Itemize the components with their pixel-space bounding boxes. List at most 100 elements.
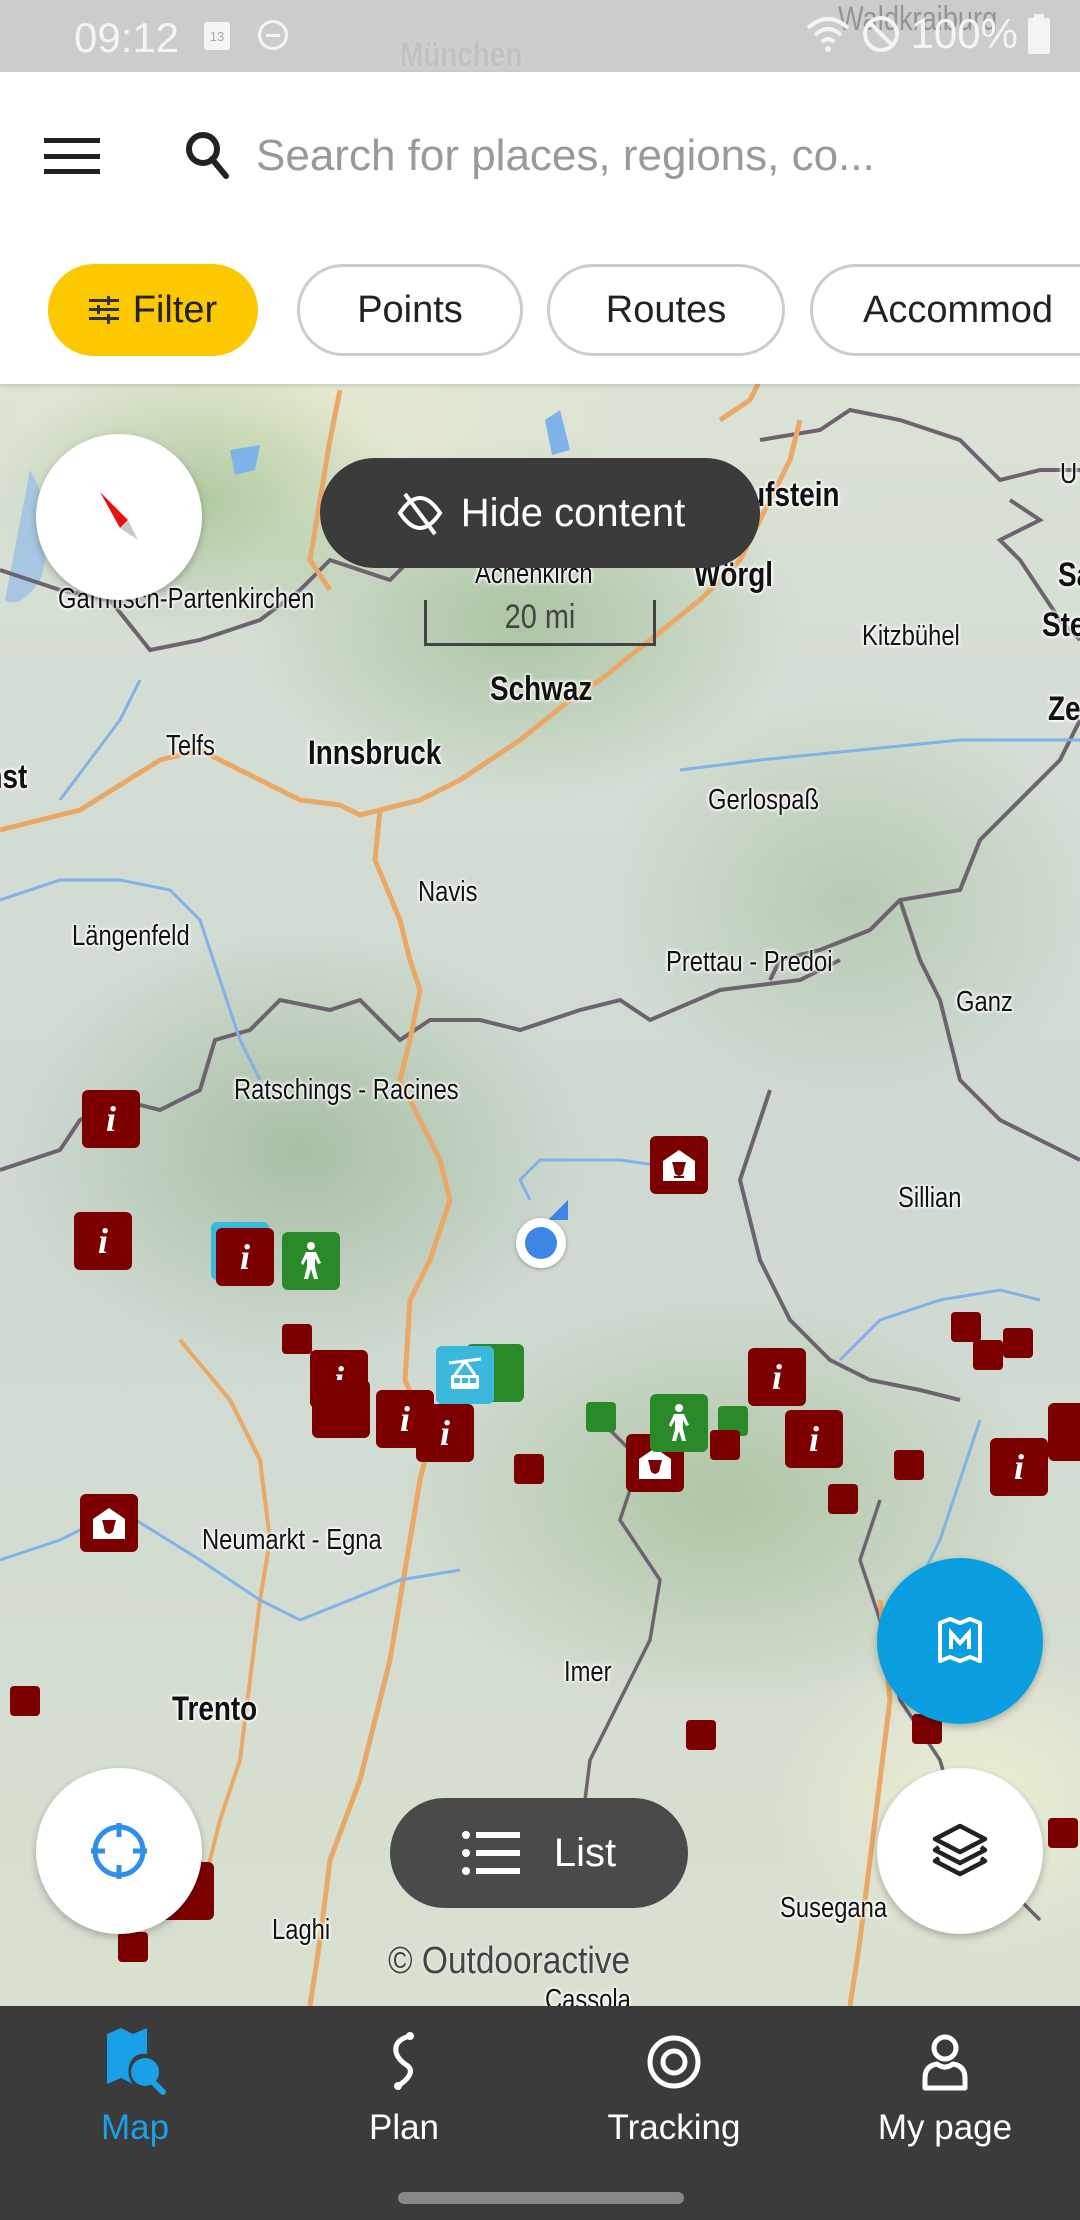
place-label: Telfs xyxy=(166,730,215,762)
poi-marker[interactable] xyxy=(1048,1818,1078,1848)
filter-chip[interactable]: Filter xyxy=(48,264,258,356)
routes-chip-label: Routes xyxy=(605,288,727,331)
place-label: Ganz xyxy=(956,986,1013,1018)
nav-label-map: Map xyxy=(100,2108,170,2147)
cablecar-icon xyxy=(448,1357,482,1389)
place-label: Navis xyxy=(418,876,478,908)
cablecar-marker[interactable] xyxy=(436,1346,494,1404)
filter-sliders-icon xyxy=(88,296,119,324)
search-input[interactable] xyxy=(256,131,1056,181)
status-right: 100% xyxy=(805,10,1050,58)
place-label: Cassola xyxy=(545,1984,631,2006)
list-icon xyxy=(461,1831,520,1875)
poi-marker[interactable] xyxy=(951,1312,981,1342)
place-label: Innsbruck xyxy=(308,734,442,772)
routes-chip[interactable]: Routes xyxy=(547,264,785,356)
info-marker[interactable]: i xyxy=(785,1410,843,1468)
info-marker[interactable]: i xyxy=(216,1228,274,1286)
museum-icon xyxy=(93,1508,125,1539)
place-label: Ste xyxy=(1042,606,1080,644)
museum-marker[interactable] xyxy=(1048,1403,1080,1461)
hiking-marker[interactable] xyxy=(282,1232,340,1290)
place-label: Gerlospaß xyxy=(708,784,820,816)
crosshair-icon xyxy=(91,1823,147,1879)
accommodation-chip[interactable]: Accommod xyxy=(810,264,1080,356)
place-label: Sa xyxy=(1058,556,1080,594)
place-label: Ze xyxy=(1048,690,1080,728)
info-marker[interactable]: i xyxy=(82,1090,140,1148)
poi-marker[interactable] xyxy=(282,1324,312,1354)
poi-marker[interactable] xyxy=(894,1450,924,1480)
nav-tab-map[interactable]: Map xyxy=(35,2026,235,2166)
compass-button[interactable] xyxy=(36,434,202,600)
filter-chips: Filter Points Routes Accommod xyxy=(0,264,1080,360)
hiking-marker[interactable] xyxy=(586,1402,616,1432)
poi-marker[interactable] xyxy=(973,1340,1003,1370)
eye-off-icon xyxy=(397,492,443,536)
bottom-navigation: Map Plan Tracking My page xyxy=(0,2006,1080,2220)
place-label: Sillian xyxy=(898,1182,962,1214)
search-icon xyxy=(186,132,229,179)
map-copyright: © Outdooractive xyxy=(388,1940,631,1982)
points-chip-label: Points xyxy=(357,288,463,331)
hide-content-button[interactable]: Hide content xyxy=(320,458,760,568)
accommodation-chip-label: Accommod xyxy=(863,288,1054,331)
hiker-icon xyxy=(301,1242,321,1279)
nav-label-my-page: My page xyxy=(877,2108,1013,2147)
info-marker[interactable]: i xyxy=(990,1438,1048,1496)
list-label: List xyxy=(553,1830,617,1875)
nav-tab-my-page[interactable]: My page xyxy=(845,2026,1045,2166)
map-icon xyxy=(938,1617,982,1663)
info-marker[interactable]: i xyxy=(74,1212,132,1270)
poi-marker[interactable] xyxy=(118,1932,148,1962)
do-not-disturb-icon xyxy=(258,20,288,50)
place-label: Kitzbühel xyxy=(862,620,960,652)
hiker-icon xyxy=(669,1404,689,1441)
map-search-icon xyxy=(107,2028,166,2095)
poi-marker[interactable] xyxy=(686,1720,716,1750)
nav-tab-tracking[interactable]: Tracking xyxy=(574,2026,774,2166)
place-label: Längenfeld xyxy=(72,920,190,952)
app-header: Filter Points Routes Accommod xyxy=(0,72,1080,384)
place-label: Imer xyxy=(564,1656,612,1688)
info-marker[interactable]: i xyxy=(416,1404,474,1462)
poi-marker[interactable] xyxy=(312,1380,370,1438)
status-time: 09:12 xyxy=(74,14,180,61)
museum-marker[interactable] xyxy=(80,1494,138,1552)
points-chip[interactable]: Points xyxy=(297,264,523,356)
map-layers-button[interactable] xyxy=(877,1768,1043,1934)
heading-arrow-icon xyxy=(548,1200,568,1220)
list-button[interactable]: List xyxy=(390,1798,688,1908)
tracking-target-icon xyxy=(647,2035,701,2089)
hiking-marker[interactable] xyxy=(650,1394,708,1452)
search-bar[interactable] xyxy=(178,118,1058,194)
battery-percent: 100% xyxy=(910,10,1018,57)
map-scale: 20 mi xyxy=(424,598,656,646)
place-label: Trento xyxy=(172,1690,258,1728)
place-label: U xyxy=(1060,458,1078,490)
place-label: Laghi xyxy=(272,1914,331,1946)
wifi-icon xyxy=(806,17,849,52)
compass-icon xyxy=(100,492,138,540)
poi-marker[interactable] xyxy=(1003,1328,1033,1358)
info-marker[interactable]: i xyxy=(748,1348,806,1406)
menu-button[interactable] xyxy=(44,138,100,174)
poi-marker[interactable] xyxy=(10,1686,40,1716)
menu-icon-bar xyxy=(44,138,100,143)
museum-marker[interactable] xyxy=(650,1136,708,1194)
locate-me-button[interactable] xyxy=(36,1768,202,1934)
home-indicator[interactable] xyxy=(398,2192,684,2204)
scale-label: 20 mi xyxy=(504,598,576,636)
layers-icon xyxy=(932,1823,988,1877)
place-label: Ratschings - Racines xyxy=(234,1074,459,1106)
poi-marker[interactable] xyxy=(710,1430,740,1460)
nav-tab-plan[interactable]: Plan xyxy=(304,2026,504,2166)
poi-marker[interactable] xyxy=(828,1484,858,1514)
place-label: Neumarkt - Egna xyxy=(202,1524,382,1556)
battery-icon xyxy=(1028,14,1050,54)
map-mode-button[interactable] xyxy=(877,1558,1043,1724)
user-icon xyxy=(922,2034,968,2091)
menu-icon-bar xyxy=(44,153,100,159)
museum-icon xyxy=(663,1150,695,1181)
poi-marker[interactable] xyxy=(514,1454,544,1484)
